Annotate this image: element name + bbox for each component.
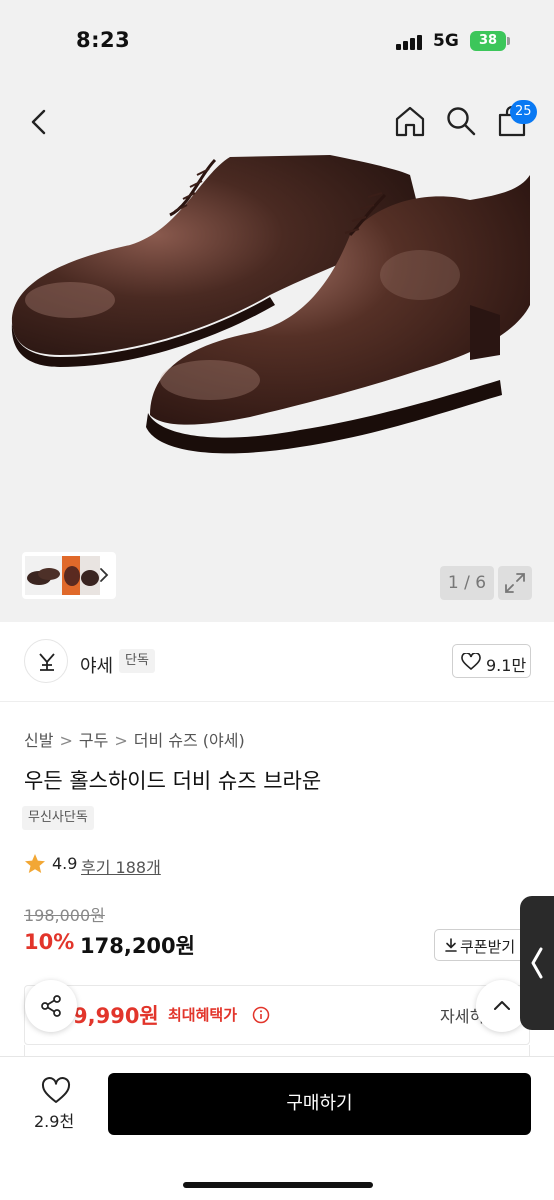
home-icon[interactable] [393, 104, 427, 138]
brand-row: 야세 단독 9.1만 [0, 622, 554, 702]
cart-count-badge: 25 [510, 100, 537, 124]
info-icon[interactable] [252, 1006, 270, 1024]
review-link[interactable]: 후기 188개 [81, 854, 161, 878]
expand-button[interactable] [498, 566, 532, 600]
download-icon [445, 938, 457, 952]
max-benefit-box[interactable]: 9,990원 최대혜택가 자세히 [24, 985, 530, 1045]
expand-icon [505, 573, 525, 593]
max-benefit-label: 최대혜택가 [168, 1006, 238, 1024]
battery-icon: 38 [470, 31, 506, 51]
side-panel-handle[interactable] [520, 896, 554, 1030]
share-icon [41, 995, 61, 1017]
wishlist-count: 2.9천 [34, 1112, 75, 1131]
coupon-label: 쿠폰받기 [460, 938, 516, 956]
brand-name[interactable]: 야세 [80, 652, 113, 678]
status-bar: 8:23 5G 38 [0, 0, 554, 84]
heart-icon [461, 653, 481, 671]
sale-price: 178,200원 [80, 934, 195, 958]
search-icon[interactable] [444, 104, 478, 138]
thumbnail-image[interactable] [25, 556, 63, 595]
product-title: 우든 홀스하이드 더비 슈즈 브라운 [24, 769, 322, 793]
breadcrumb-item[interactable]: 구두 [79, 731, 108, 750]
original-price: 198,000원 [24, 906, 105, 925]
chevron-up-icon [494, 1001, 510, 1010]
exclusive-tag: 무신사단독 [22, 806, 94, 830]
battery-tip [507, 37, 510, 45]
share-button[interactable] [25, 980, 77, 1032]
breadcrumb-separator: > [59, 731, 73, 750]
brand-like-count: 9.1만 [486, 656, 527, 675]
buy-button[interactable]: 구매하기 [108, 1073, 531, 1135]
breadcrumb-item[interactable]: 더비 슈즈 (야세) [134, 731, 245, 750]
wishlist-heart-icon[interactable] [41, 1077, 71, 1105]
star-icon [25, 854, 45, 873]
rating-value: 4.9 [52, 854, 78, 873]
discount-rate: 10% [24, 930, 75, 954]
breadcrumb-separator: > [114, 731, 128, 750]
breadcrumb-item[interactable]: 신발 [24, 731, 53, 750]
product-image[interactable] [0, 155, 554, 495]
back-icon[interactable] [24, 106, 56, 138]
coupon-button[interactable]: 쿠폰받기 [434, 929, 534, 961]
brand-logo-icon [39, 653, 55, 671]
brand-logo[interactable] [24, 639, 68, 683]
thumbnail-image[interactable] [62, 556, 100, 595]
max-benefit-price: 9,990원 [73, 1004, 159, 1028]
brand-like-button[interactable]: 9.1만 [452, 644, 531, 678]
breadcrumb: 신발 > 구두 > 더비 슈즈 (야세) [24, 727, 245, 751]
chevron-left-icon [531, 947, 543, 979]
chevron-right-icon[interactable] [97, 566, 111, 584]
brand-exclusive-tag: 단독 [119, 649, 155, 673]
status-time: 8:23 [76, 28, 131, 52]
home-indicator [183, 1182, 373, 1188]
gallery-pager: 1 / 6 [440, 566, 494, 600]
signal-icon [396, 34, 426, 50]
network-label: 5G [433, 31, 459, 51]
